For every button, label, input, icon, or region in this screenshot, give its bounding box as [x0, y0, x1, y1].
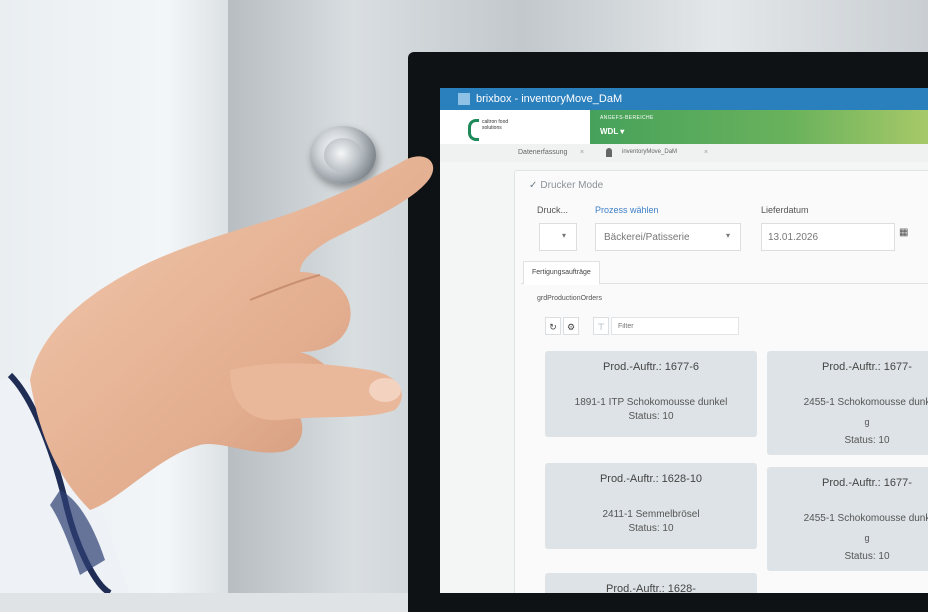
breadcrumb-item-inventorymove[interactable]: inventoryMove_DaM — [622, 149, 677, 155]
chevron-down-icon: ▾ — [725, 231, 730, 240]
app-header: caltron food solutions ANGEFS-BEREICHE W… — [440, 110, 928, 144]
logo-text: caltron food solutions — [482, 119, 509, 131]
breadcrumb-item-datenerfassung[interactable]: Datenerfassung — [518, 149, 567, 156]
tab-fertigungsauftraege[interactable]: Fertigungsaufträge — [523, 261, 600, 285]
main-panel: ✓ Drucker Mode Druck... Prozess wählen Li… — [514, 170, 928, 593]
breadcrumb: Datenerfassung × inventoryMove_DaM × — [440, 144, 928, 162]
production-order-card[interactable]: Prod.-Auftr.: 1677-6 1891-1 ITP Schokomo… — [545, 351, 757, 437]
prozess-label: Prozess wählen — [595, 205, 659, 215]
production-order-card[interactable]: Prod.-Auftr.: 1677- 2455-1 Schokomousse … — [767, 467, 928, 571]
lieferdatum-value: 13.01.2026 — [768, 232, 819, 243]
touchscreen: brixbox - inventoryMove_DaM caltron food… — [440, 88, 928, 593]
app-icon — [458, 93, 470, 105]
site-selector[interactable]: ANGEFS-BEREICHE WDL ▾ — [590, 110, 928, 144]
prozess-value: Bäckerei/Patisserie — [604, 232, 690, 243]
production-order-card[interactable]: Prod.-Auftr.: 1677- 2455-1 Schokomousse … — [767, 351, 928, 455]
site-value[interactable]: WDL ▾ — [600, 127, 624, 136]
card-status: Status: 10 — [844, 435, 890, 446]
card-title: Prod.-Auftr.: 1677-6 — [603, 361, 699, 373]
lieferdatum-input[interactable]: 13.01.2026 — [761, 223, 895, 251]
user-icon — [606, 148, 612, 157]
prozess-select[interactable]: Bäckerei/Patisserie ▾ — [595, 223, 741, 251]
close-icon[interactable]: × — [580, 149, 584, 156]
gear-icon[interactable]: ⚙ — [563, 317, 579, 335]
printer-mode-label: Drucker Mode — [540, 180, 604, 191]
card-description: 2411-1 Semmelbrösel — [602, 509, 700, 520]
hardware-button-cap — [324, 138, 362, 172]
grid-label: grdProductionOrders — [537, 295, 602, 302]
production-order-card[interactable]: Prod.-Auftr.: 1628-10 2411-1 Semmelbröse… — [545, 463, 757, 549]
close-icon[interactable]: × — [704, 149, 708, 156]
card-status: Status: 10 — [844, 551, 890, 562]
card-title: Prod.-Auftr.: 1677- — [822, 361, 912, 373]
site-label: ANGEFS-BEREICHE — [600, 115, 654, 121]
hardware-button — [310, 126, 376, 184]
calendar-icon[interactable]: ▦ — [899, 227, 915, 247]
window-titlebar: brixbox - inventoryMove_DaM — [440, 88, 928, 110]
logo-mark-icon — [468, 119, 479, 141]
card-title: Prod.-Auftr.: 1677- — [822, 477, 912, 489]
filter-input[interactable] — [611, 317, 739, 335]
card-title: Prod.-Auftr.: 1628- — [606, 583, 696, 593]
card-status: Status: 10 — [628, 523, 674, 534]
window-title: brixbox - inventoryMove_DaM — [476, 93, 623, 105]
chevron-down-icon: ▾ — [561, 231, 566, 240]
check-icon: ✓ — [529, 180, 538, 191]
card-unit: g — [864, 533, 870, 543]
tab-strip: Fertigungsaufträge — [521, 261, 928, 285]
druck-select[interactable]: ▾ — [539, 223, 577, 251]
card-unit: g — [864, 417, 870, 427]
card-description: 1891-1 ITP Schokomousse dunkel — [574, 397, 728, 408]
lieferdatum-label: Lieferdatum — [761, 205, 809, 215]
company-logo: caltron food solutions — [468, 117, 518, 141]
printer-mode-toggle[interactable]: ✓ Drucker Mode — [529, 180, 603, 191]
card-description: 2455-1 Schokomousse dunk — [803, 513, 928, 524]
card-title: Prod.-Auftr.: 1628-10 — [599, 473, 703, 485]
druck-label: Druck... — [537, 205, 569, 215]
production-order-card[interactable]: Prod.-Auftr.: 1628- — [545, 573, 757, 593]
filter-icon[interactable]: ⊤ — [593, 317, 609, 335]
card-status: Status: 10 — [628, 411, 674, 422]
card-description: 2455-1 Schokomousse dunk — [803, 397, 928, 408]
refresh-icon[interactable]: ↻ — [545, 317, 561, 335]
